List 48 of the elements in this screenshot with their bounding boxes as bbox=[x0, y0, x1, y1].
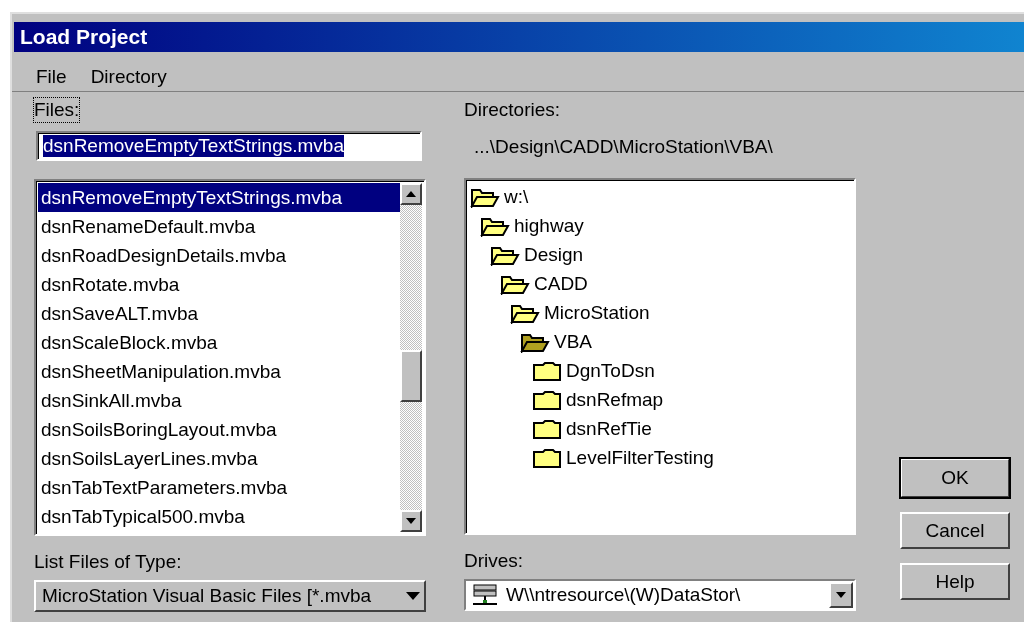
scrollbar[interactable] bbox=[400, 183, 422, 532]
window-title: Load Project bbox=[14, 22, 1024, 52]
tree-item[interactable]: DgnToDsn bbox=[566, 359, 655, 382]
tree-item[interactable]: highway bbox=[514, 214, 584, 237]
menu-item[interactable]: Directory bbox=[90, 66, 167, 91]
file-name-field[interactable]: dsnRemoveEmptyTextStrings.mvba bbox=[36, 131, 422, 161]
network-drive-icon bbox=[472, 584, 498, 606]
tree-item[interactable]: w:\ bbox=[504, 185, 529, 208]
dropdown-arrow-icon bbox=[406, 592, 420, 600]
filename-entry[interactable]: dsnRemoveEmptyTextStrings.mvba bbox=[38, 183, 400, 212]
filename-entry[interactable]: dsnSoilsBoringLayout.mvba bbox=[38, 415, 400, 444]
filename-entry[interactable]: dsnTabTypical500.mvba bbox=[38, 502, 400, 531]
tree-item[interactable]: CADD bbox=[534, 272, 588, 295]
filename-entry[interactable]: dsnScaleBlock.mvba bbox=[38, 328, 400, 357]
scroll-down-icon bbox=[406, 518, 416, 524]
directories-label: Directories: bbox=[464, 98, 561, 122]
drives-label: Drives: bbox=[464, 549, 524, 573]
file-type-label: List Files of Type: bbox=[34, 550, 182, 574]
files-label: Files: bbox=[34, 98, 80, 122]
file-list[interactable] bbox=[34, 179, 426, 536]
tree-item[interactable]: dsnRefTie bbox=[566, 417, 652, 440]
directory-tree[interactable]: w:\ highway Design CADD MicroStation VBA DgnToDsn dsnRefmap dsnRefTie LevelFilterTesting bbox=[464, 178, 856, 535]
filename-entry[interactable]: dsnRotate.mvba bbox=[38, 270, 400, 299]
scroll-up-button[interactable] bbox=[400, 183, 422, 205]
scroll-down-button[interactable] bbox=[400, 510, 422, 532]
filename-entry[interactable]: dsnSoilsLayerLines.mvba bbox=[38, 444, 400, 473]
dialog-button[interactable]: Help bbox=[900, 563, 1010, 600]
scroll-down-icon bbox=[836, 592, 846, 598]
scroll-up-icon bbox=[406, 191, 416, 197]
tree-item[interactable]: LevelFilterTesting bbox=[566, 446, 714, 469]
dialog-button[interactable]: Cancel bbox=[900, 512, 1010, 549]
filename-entry[interactable]: dsnSheetManipulation.mvba bbox=[38, 357, 400, 386]
filename-entry[interactable]: dsnTabTextParameters.mvba bbox=[38, 473, 400, 502]
filename-entry[interactable]: dsnRoadDesignDetails.mvba bbox=[38, 241, 400, 270]
tree-item[interactable]: MicroStation bbox=[544, 301, 650, 324]
filename-entry[interactable]: dsnSaveALT.mvba bbox=[38, 299, 400, 328]
scroll-thumb[interactable] bbox=[400, 350, 422, 402]
file-type-dropdown[interactable]: MicroStation Visual Basic Files [*.mvba bbox=[34, 580, 426, 612]
filename-entry[interactable]: dsnRenameDefault.mvba bbox=[38, 212, 400, 241]
filename-entry[interactable]: dsnSinkAll.mvba bbox=[38, 386, 400, 415]
tree-item[interactable]: dsnRefmap bbox=[566, 388, 664, 411]
tree-item[interactable]: VBA bbox=[554, 330, 593, 353]
menu-item[interactable]: File bbox=[36, 66, 67, 91]
dialog-button[interactable]: OK bbox=[900, 458, 1010, 498]
tree-item[interactable]: Design bbox=[524, 243, 584, 266]
drives-dropdown[interactable]: W\\ntresource\(W)DataStor\ bbox=[464, 579, 856, 611]
dropdown-button[interactable] bbox=[829, 582, 853, 608]
directory-path: ...\Design\CADD\MicroStation\VBA\ bbox=[473, 136, 774, 159]
